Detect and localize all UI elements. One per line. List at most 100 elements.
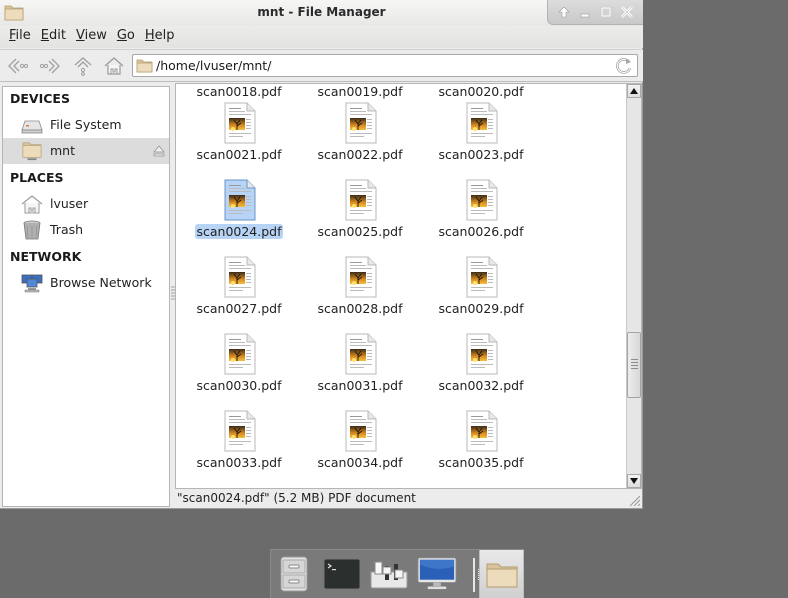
monitor-icon: [417, 557, 457, 590]
sidebar-item-trash[interactable]: Trash: [3, 217, 169, 243]
back-button[interactable]: [6, 55, 30, 77]
file-manager-window-button[interactable]: [479, 550, 524, 598]
scrollbar-thumb[interactable]: [627, 332, 641, 398]
file-item[interactable]: scan0030.pdf: [184, 333, 294, 403]
pdf-file-icon: [224, 256, 256, 298]
file-item[interactable]: scan0025.pdf: [305, 179, 415, 249]
file-name: scan0035.pdf: [438, 455, 524, 470]
menu-help[interactable]: Help: [140, 26, 180, 48]
menu-go[interactable]: Go: [112, 26, 140, 48]
sidebar-item-label: File System: [50, 117, 122, 132]
file-item[interactable]: scan0031.pdf: [305, 333, 415, 403]
eject-icon[interactable]: [153, 145, 165, 157]
menu-bar: File Edit View Go Help: [0, 26, 643, 48]
up-button[interactable]: [71, 55, 95, 77]
harddisk-icon: [21, 120, 43, 134]
pdf-file-icon: [466, 256, 498, 298]
file-item[interactable]: scan0026.pdf: [426, 179, 536, 249]
file-item[interactable]: scan0035.pdf: [426, 410, 536, 480]
folder-icon: [486, 563, 517, 587]
file-name: scan0018.pdf: [196, 84, 282, 99]
dock-panel: [270, 549, 524, 598]
file-cabinet-launcher[interactable]: [274, 554, 314, 594]
file-item[interactable]: scan0033.pdf: [184, 410, 294, 480]
file-item[interactable]: scan0034.pdf: [305, 410, 415, 480]
maximize-icon: [600, 6, 612, 18]
file-item[interactable]: scan0022.pdf: [305, 102, 415, 172]
home-icon: [104, 57, 124, 75]
file-name: scan0025.pdf: [317, 224, 403, 239]
maximize-button[interactable]: [598, 4, 614, 20]
file-item[interactable]: scan0021.pdf: [184, 102, 294, 172]
pdf-file-icon: [345, 256, 377, 298]
home-button[interactable]: [102, 55, 126, 77]
reload-icon[interactable]: [615, 57, 633, 75]
file-name: scan0026.pdf: [438, 224, 524, 239]
pdf-file-icon: [466, 102, 498, 144]
title-bar[interactable]: mnt - File Manager: [0, 0, 643, 26]
terminal-icon: [323, 558, 361, 590]
settings-manager-launcher[interactable]: [369, 554, 409, 594]
toolbar: [0, 49, 643, 82]
pdf-file-icon: [345, 333, 377, 375]
close-button[interactable]: [619, 4, 635, 20]
menu-edit[interactable]: Edit: [36, 26, 71, 48]
back-icon: [8, 58, 29, 74]
home-icon: [21, 195, 43, 214]
sidebar-heading-places: PLACES: [10, 170, 64, 185]
scroll-down-button[interactable]: [627, 474, 641, 488]
sidebar-heading-network: NETWORK: [10, 249, 82, 264]
terminal-launcher[interactable]: [322, 554, 362, 594]
forward-button[interactable]: [38, 55, 62, 77]
file-name: scan0021.pdf: [196, 147, 282, 162]
pdf-file-icon: [345, 179, 377, 221]
file-item[interactable]: scan0028.pdf: [305, 256, 415, 326]
arrow-up-icon: [558, 6, 571, 18]
up-icon: [74, 57, 92, 76]
sidebar-item-mnt[interactable]: mnt: [3, 138, 169, 164]
display-launcher[interactable]: [417, 554, 457, 594]
sidebar-item-label: mnt: [50, 143, 75, 158]
close-icon: [620, 6, 633, 18]
status-bar: "scan0024.pdf" (5.2 MB) PDF document: [177, 491, 416, 505]
file-item[interactable]: scan0027.pdf: [184, 256, 294, 326]
file-name: scan0023.pdf: [438, 147, 524, 162]
minimize-button[interactable]: [577, 4, 593, 20]
grip-icon: [631, 359, 638, 371]
pdf-file-icon: [224, 410, 256, 452]
file-name: scan0028.pdf: [317, 301, 403, 316]
window-controls: [547, 0, 643, 25]
scroll-up-button[interactable]: [627, 84, 641, 98]
pdf-file-icon: [224, 179, 256, 221]
file-name: scan0032.pdf: [438, 378, 524, 393]
file-name: scan0030.pdf: [196, 378, 282, 393]
file-item[interactable]: scan0029.pdf: [426, 256, 536, 326]
file-item[interactable]: scan0023.pdf: [426, 102, 536, 172]
sidebar-item-lvuser[interactable]: lvuser: [3, 191, 169, 217]
sidebar-item-browse-network[interactable]: Browse Network: [3, 270, 169, 296]
pdf-file-icon: [345, 410, 377, 452]
file-name: scan0024.pdf: [195, 224, 283, 239]
file-icon-view[interactable]: scan0018.pdf scan0019.pdf scan0020.pdf scan…: [175, 83, 642, 489]
file-item[interactable]: scan0024.pdf: [184, 179, 294, 249]
file-item[interactable]: scan0032.pdf: [426, 333, 536, 403]
settings-mixer-icon: [370, 561, 408, 589]
menu-file[interactable]: File: [4, 26, 36, 48]
minimize-icon: [580, 13, 590, 18]
vertical-scrollbar[interactable]: [626, 84, 641, 488]
sidebar-heading-devices: DEVICES: [10, 91, 70, 106]
mounted-folder-icon: [22, 142, 42, 161]
file-name: scan0020.pdf: [438, 84, 524, 99]
menu-view[interactable]: View: [71, 26, 112, 48]
pdf-file-icon: [466, 179, 498, 221]
trash-icon: [23, 220, 41, 240]
location-input[interactable]: [156, 56, 611, 75]
file-name: scan0019.pdf: [317, 84, 403, 99]
roll-up-button[interactable]: [556, 4, 572, 20]
resize-grip-icon[interactable]: [628, 494, 640, 506]
file-name: scan0027.pdf: [196, 301, 282, 316]
location-bar: [132, 54, 638, 77]
sidebar-item-file-system[interactable]: File System: [3, 112, 169, 138]
forward-icon: [39, 58, 60, 74]
sidebar-item-label: Browse Network: [50, 275, 152, 290]
